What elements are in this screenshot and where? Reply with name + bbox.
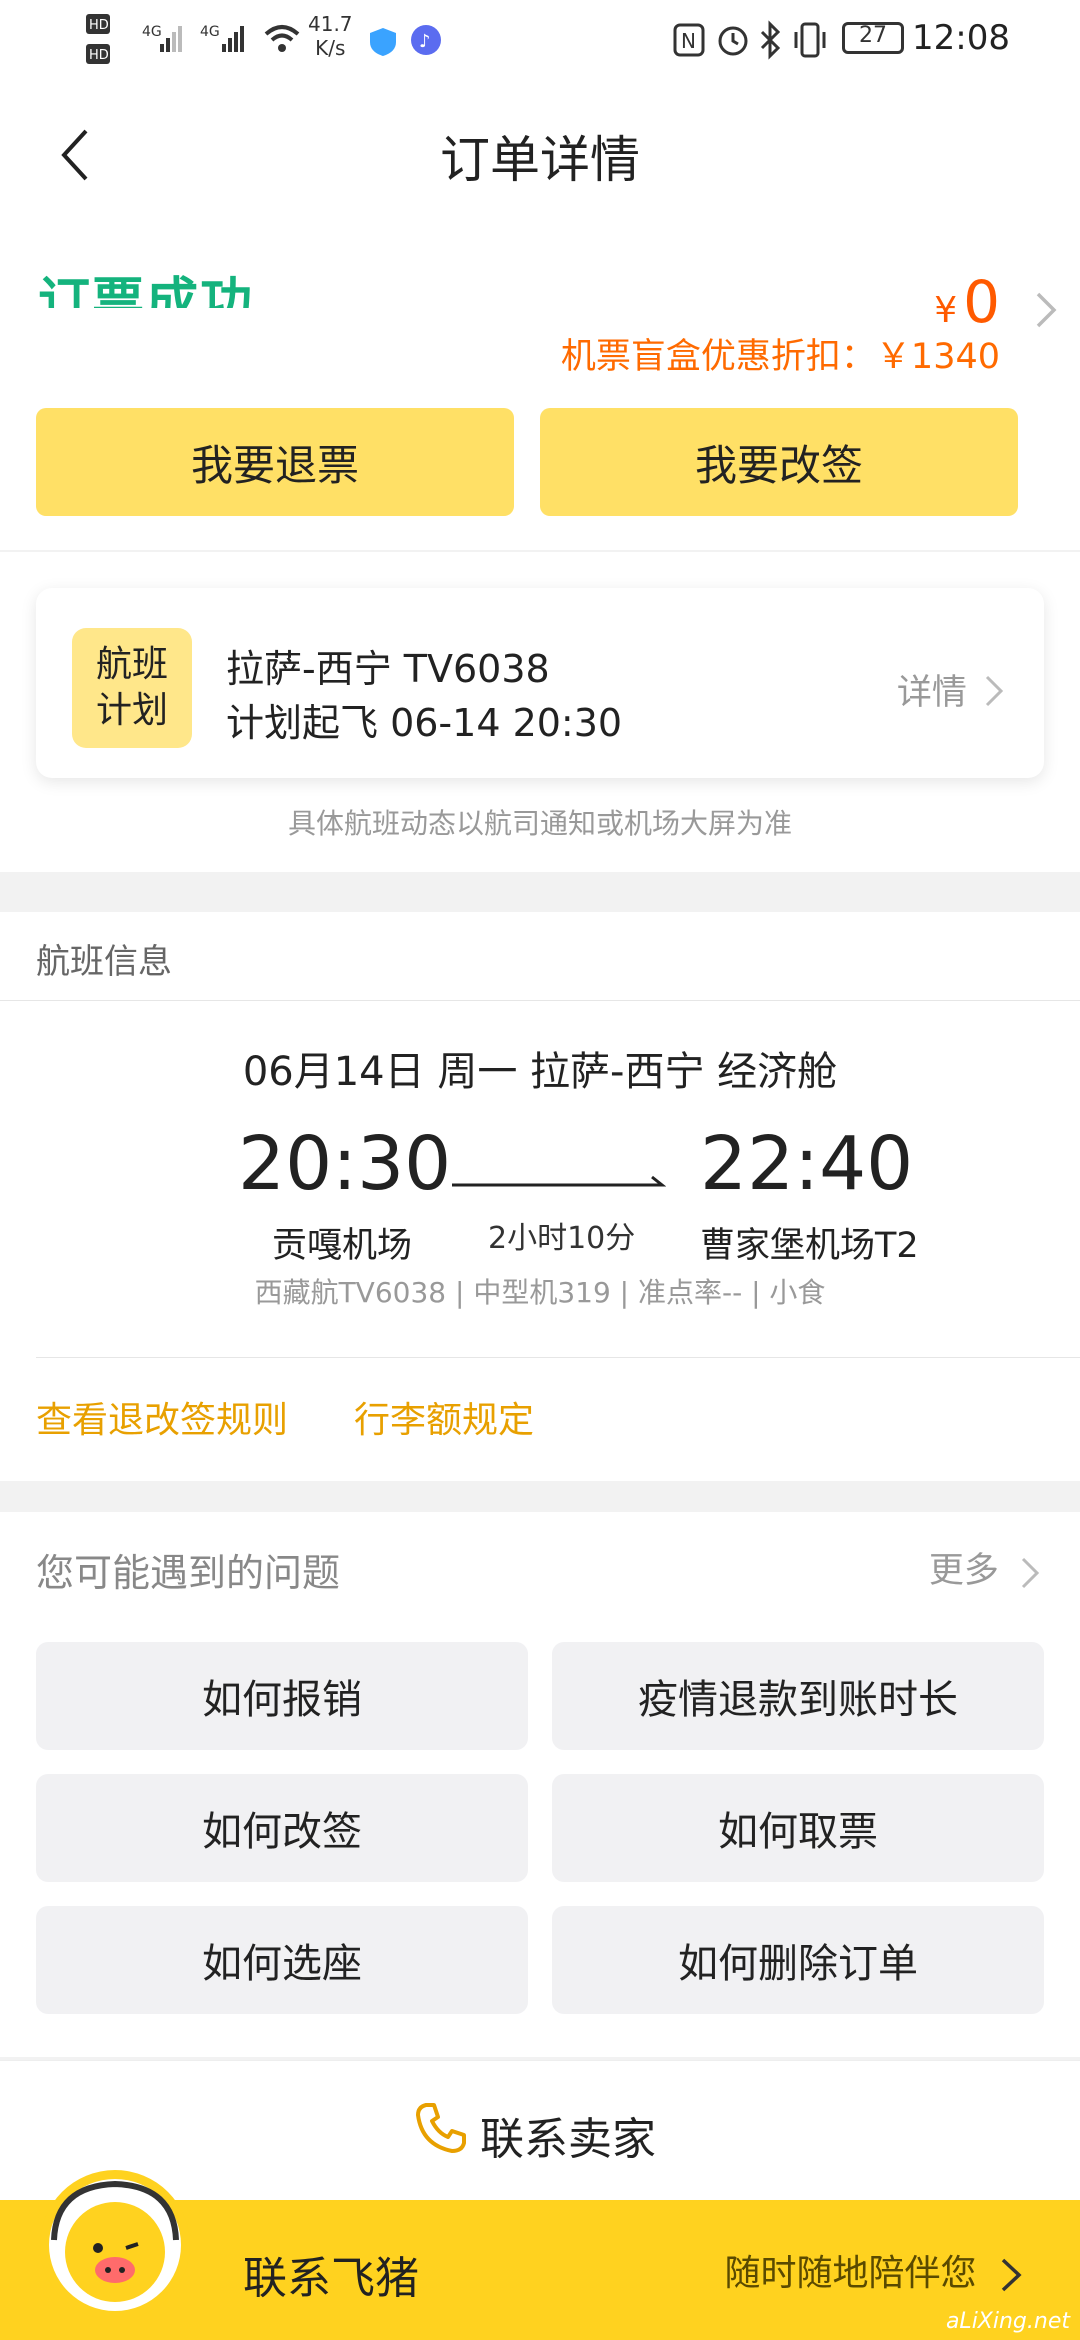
plan-badge-line2: 计划 <box>95 690 168 731</box>
plan-badge: 航班 计划 <box>72 628 192 748</box>
status-bar: HD HD 4G 4G 41.7 K/s ♪ N 27 12:08 <box>0 0 1080 80</box>
baggage-link[interactable]: 行李额规定 <box>354 1391 534 1443</box>
svg-text:♪: ♪ <box>419 31 431 52</box>
faq-item-refund-time[interactable]: 疫情退款到账时长 <box>552 1642 1044 1750</box>
flight-plan-card[interactable]: 航班 计划 拉萨-西宁 TV6038 计划起飞 06-14 20:30 详情 <box>36 588 1044 778</box>
hd-signal-icons: HD HD 4G <box>86 14 196 74</box>
vibrate-icon <box>790 20 830 64</box>
shield-icon <box>368 26 398 62</box>
faq-item-delete-order[interactable]: 如何删除订单 <box>552 1906 1044 2014</box>
divider <box>36 1357 1080 1358</box>
chevron-right-icon <box>1021 1557 1040 1589</box>
faq-item-pickup[interactable]: 如何取票 <box>552 1774 1044 1882</box>
phone-icon <box>412 2099 470 2161</box>
svg-text:N: N <box>681 29 696 53</box>
battery-icon: 27 <box>842 22 904 54</box>
nfc-icon: N <box>672 22 706 62</box>
contact-seller-label: 联系卖家 <box>480 2114 656 2165</box>
plan-route: 拉萨-西宁 TV6038 <box>226 647 550 691</box>
net-speed-value: 41.7 <box>308 12 353 36</box>
price-row[interactable]: ¥0 <box>934 268 1000 336</box>
watermark: aLiXing.net <box>945 2309 1070 2334</box>
music-app-icon: ♪ <box>410 24 442 60</box>
arrival-airport: 曹家堡机场T2 <box>700 1226 919 1266</box>
flight-info-header: 航班信息 <box>0 912 1080 1001</box>
order-status-card: 订票成功 ¥0 机票盲盒优惠折扣：￥1340 我要退票 我要改签 <box>0 230 1080 550</box>
svg-text:4G: 4G <box>200 24 220 40</box>
rules-link[interactable]: 查看退改签规则 <box>36 1391 288 1443</box>
discount-label: 机票盲盒优惠折扣：￥1340 <box>560 337 1000 377</box>
alarm-icon <box>716 22 750 62</box>
flight-arrow-icon <box>452 1169 667 1195</box>
refund-button[interactable]: 我要退票 <box>36 408 514 516</box>
svg-text:HD: HD <box>89 18 109 33</box>
departure-time: 20:30 <box>238 1121 452 1207</box>
contact-fliggy-bar[interactable]: 联系飞猪 随时随地陪伴您 aLiXing.net <box>0 2170 1080 2340</box>
contact-fliggy-label: 联系飞猪 <box>243 2253 419 2304</box>
plan-departure: 计划起飞 06-14 20:30 <box>226 701 623 745</box>
faq-section: 您可能遇到的问题 更多 如何报销 疫情退款到账时长 如何改签 如何取票 如何选座… <box>0 1512 1080 2057</box>
flight-plan-section: 航班 计划 拉萨-西宁 TV6038 计划起飞 06-14 20:30 详情 具… <box>0 552 1080 872</box>
wifi-icon <box>262 20 302 60</box>
plan-detail-label: 详情 <box>896 673 967 713</box>
departure-airport: 贡嘎机场 <box>272 1226 413 1266</box>
flight-duration: 2小时10分 <box>488 1221 636 1256</box>
flight-meta: 西藏航TV6038 | 中型机319 | 准点率-- | 小食 <box>254 1276 826 1309</box>
plan-note: 具体航班动态以航司通知或机场大屏为准 <box>287 807 792 840</box>
bluetooth-icon <box>758 20 782 64</box>
faq-item-change[interactable]: 如何改签 <box>36 1774 528 1882</box>
faq-item-reimburse[interactable]: 如何报销 <box>36 1642 528 1750</box>
flight-info-body: 06月14日 周一 拉萨-西宁 经济舱 20:30 22:40 贡嘎机场 2小时… <box>0 1001 1080 1481</box>
faq-more-label: 更多 <box>928 1551 999 1591</box>
price-symbol: ¥ <box>934 290 958 331</box>
status-time: 12:08 <box>912 18 1010 58</box>
change-button[interactable]: 我要改签 <box>540 408 1018 516</box>
net-speed-unit: K/s <box>315 36 346 60</box>
mascot-avatar <box>40 2170 190 2320</box>
chevron-right-icon[interactable] <box>1034 290 1058 340</box>
chevron-right-icon <box>985 675 1004 707</box>
chevron-right-icon <box>1001 2258 1022 2292</box>
signal-icon-2: 4G <box>200 18 260 62</box>
faq-title: 您可能遇到的问题 <box>36 1551 341 1595</box>
contact-fliggy-subtext: 随时随地陪伴您 <box>725 2244 1022 2296</box>
net-speed: 41.7 K/s <box>308 12 353 60</box>
plan-badge-line1: 航班 <box>95 644 168 685</box>
order-status: 订票成功 <box>38 273 255 308</box>
page-title: 订单详情 <box>440 131 640 189</box>
faq-item-seat[interactable]: 如何选座 <box>36 1906 528 2014</box>
svg-text:HD: HD <box>89 48 109 63</box>
arrival-time: 22:40 <box>700 1121 914 1207</box>
contact-fliggy-subtext-label: 随时随地陪伴您 <box>724 2253 977 2294</box>
flight-date: 06月14日 周一 拉萨-西宁 经济舱 <box>242 1049 838 1095</box>
faq-more-link[interactable]: 更多 <box>929 1542 1040 1593</box>
plan-detail-link[interactable]: 详情 <box>897 664 1004 715</box>
price-value: 0 <box>963 268 1000 336</box>
battery-level: 27 <box>859 23 887 48</box>
flight-info-title: 航班信息 <box>36 942 172 982</box>
svg-text:4G: 4G <box>142 24 162 40</box>
header: 订单详情 <box>0 80 1080 230</box>
